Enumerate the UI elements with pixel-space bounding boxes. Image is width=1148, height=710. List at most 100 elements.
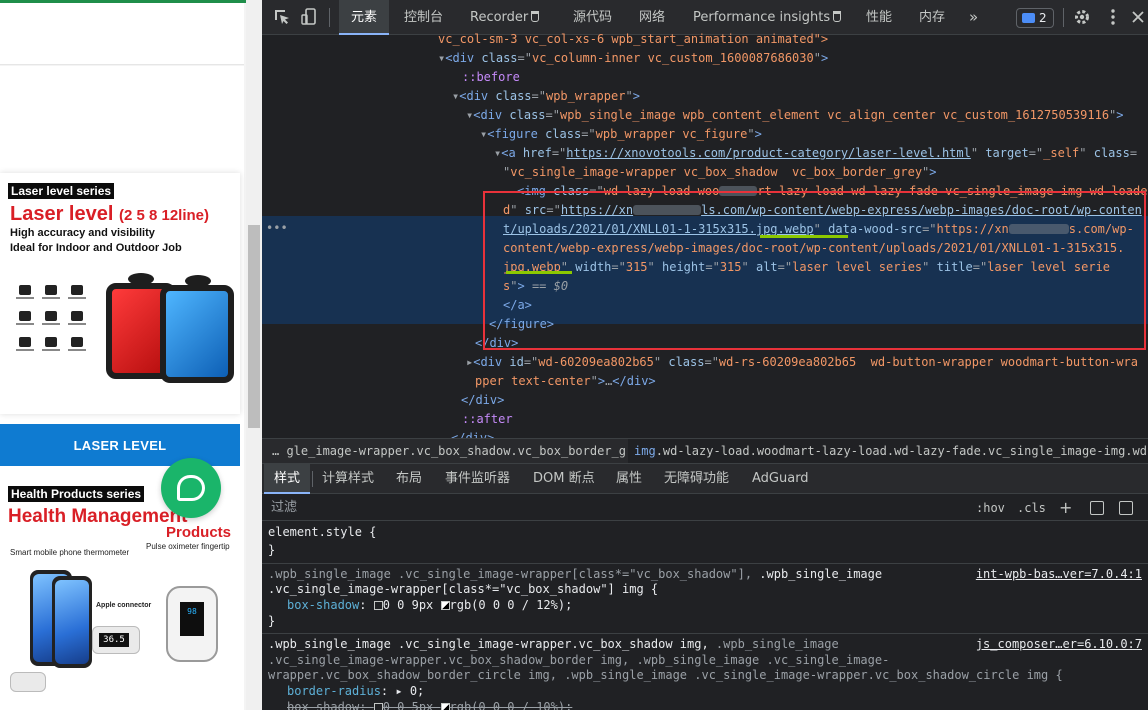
tab-performance[interactable]: 性能 [866,0,892,35]
chat-icon[interactable] [161,458,221,518]
color-swatch[interactable] [440,703,450,710]
style-declaration-overridden[interactable]: box-shadow: 0 0 5px rgb(0 0 0 / 10%); [287,699,572,710]
style-rule-selector[interactable]: element.style { [268,524,376,541]
styles-filter-bar: 过滤 :hov .cls + [262,495,1148,521]
toggle-sidebar-icon[interactable] [1119,501,1133,515]
page-scrollbar-thumb[interactable] [248,225,260,428]
flask-icon [833,11,842,22]
message-icon [1022,13,1035,23]
flask-icon [531,11,540,22]
underline-annotation [760,235,848,238]
dom-breadcrumbs: … gle_image-wrapper.vc_box_shadow.vc_box… [262,438,1148,464]
style-rule-close: } [268,614,276,628]
subtab-dom-breakpoints[interactable]: DOM 断点 [533,464,595,494]
elements-dom-tree[interactable]: ••• vc_col-sm-3 vc_col-xs-6 wpb_start_an… [262,32,1148,445]
card-tagline-2: Ideal for Indoor and Outdoor Job [10,242,182,254]
subtab-layout[interactable]: 布局 [396,464,422,494]
feature-icon [66,285,88,303]
more-options-kebab-icon[interactable] [1103,7,1123,27]
subtab-styles[interactable]: 样式 [264,464,311,494]
laser-level-blue-device [160,285,234,383]
dom-line[interactable]: ▾<a href="https://xnovotools.com/product… [494,144,1137,163]
rule-divider [262,563,1148,564]
computed-styles-icon[interactable] [1090,501,1104,515]
feature-icon [66,337,88,355]
styles-pane[interactable]: element.style { } .wpb_single_image .vc_… [262,522,1148,710]
dom-line[interactable]: vc_col-sm-3 vc_col-xs-6 wpb_start_animat… [438,30,828,49]
dom-line[interactable]: ▾<figure class="wpb_wrapper vc_figure"> [480,125,762,144]
style-rule-close: } [268,543,276,557]
hover-state-toggle[interactable]: :hov [976,495,1005,521]
color-swatch[interactable] [440,601,450,610]
highlight-annotation-box [483,191,1146,350]
subtab-event-listeners[interactable]: 事件监听器 [445,464,510,494]
device-toolbar-icon[interactable] [300,7,320,27]
card-title-2: Products [166,524,232,541]
dom-line[interactable]: ▾<div class="wpb_wrapper"> [452,87,640,106]
style-rule-selector[interactable]: .wpb_single_image .vc_single_image-wrapp… [268,636,839,653]
dom-line[interactable]: ▾<div class="vc_column-inner vc_custom_1… [438,49,828,68]
underline-annotation [506,271,572,274]
breadcrumb-item[interactable]: … gle_image-wrapper.vc_box_shadow.vc_box… [272,439,648,463]
rule-divider [262,633,1148,634]
feature-icon [66,311,88,329]
new-rule-plus-icon[interactable]: + [1059,495,1072,521]
filter-input[interactable]: 过滤 [271,495,297,521]
settings-gear-icon[interactable] [1072,7,1092,27]
feature-icons-grid [14,285,92,385]
toolbar-separator [329,8,330,27]
style-rule-selector[interactable]: .vc_single_image-wrapper[class*="vc_box_… [268,581,658,598]
thermometer-device: 36.5 [92,626,140,654]
dom-line[interactable]: </div> [461,391,504,410]
feature-icon [40,337,62,355]
dom-line[interactable]: ::after [462,410,513,429]
subtab-properties[interactable]: 属性 [616,464,642,494]
connector-caption: Apple connector [96,602,152,609]
subtab-separator [312,471,313,487]
devtools-panel: 元素 控制台 Recorder 源代码 网络 Performance insig… [262,0,1148,710]
dom-line[interactable]: pper text-center">…</div> [475,372,656,391]
pulse-oximeter-image: 98 [166,586,218,662]
class-toggle[interactable]: .cls [1017,495,1046,521]
feature-icon [14,285,36,303]
series-tag: Laser level series [8,183,115,199]
issues-badge[interactable]: 2 [1016,8,1054,28]
close-devtools-icon[interactable] [1128,7,1148,27]
dom-line[interactable]: ▾<div class="wpb_single_image wpb_conten… [466,106,1124,125]
card-title: Health Management [8,506,188,527]
styles-subtabs: 样式 计算样式 布局 事件监听器 DOM 断点 属性 无障碍功能 AdGuard [262,464,1148,494]
subtab-computed[interactable]: 计算样式 [322,464,374,494]
style-declaration[interactable]: box-shadow: 0 0 9px rgb(0 0 0 / 12%); [287,597,572,614]
subtab-adguard[interactable]: AdGuard [752,464,809,494]
dom-line[interactable]: ▸<div id="wd-60209ea802b65" class="wd-rs… [466,353,1138,372]
shadow-editor-icon[interactable] [373,703,383,710]
dom-line[interactable]: ::before [462,68,520,87]
style-rule-selector[interactable]: wrapper.vc_box_shadow_border_circle img,… [268,667,1063,684]
device-lens [128,273,154,285]
subtab-accessibility[interactable]: 无障碍功能 [664,464,729,494]
laser-level-product-card[interactable]: Laser level series Laser level (2 5 8 12… [0,173,240,414]
feature-icon [40,285,62,303]
node-actions-ellipsis[interactable]: ••• [266,219,288,238]
phone-image [52,576,92,668]
device-lens [185,275,211,287]
thermometer-device [10,672,46,692]
tab-elements[interactable]: 元素 [339,0,390,35]
breadcrumb-item-active[interactable]: img.wd-lazy-load.woodmart-lazy-load.wd-l… [628,439,1148,463]
webpage-preview: Laser level series Laser level (2 5 8 12… [0,0,262,710]
feature-icon [14,311,36,329]
style-declaration[interactable]: border-radius: ▸ 0; [287,683,424,700]
style-source-link[interactable]: js_composer…er=6.10.0:7 [976,636,1142,653]
toolbar-separator [1063,8,1064,27]
laser-level-button[interactable]: LASER LEVEL [0,424,240,466]
more-tabs-chevron-icon[interactable]: » [969,0,978,35]
tab-memory[interactable]: 内存 [919,0,945,35]
header-block [0,3,244,65]
dom-line[interactable]: "vc_single_image-wrapper vc_box_shadow v… [503,163,937,182]
shadow-editor-icon[interactable] [373,601,383,610]
feature-icon [40,311,62,329]
style-source-link[interactable]: int-wpb-bas…ver=7.0.4:1 [976,566,1142,583]
oximeter-caption: Pulse oximeter fingertip [146,542,230,551]
series-tag: Health Products series [8,486,145,502]
inspect-element-icon[interactable] [272,7,292,27]
